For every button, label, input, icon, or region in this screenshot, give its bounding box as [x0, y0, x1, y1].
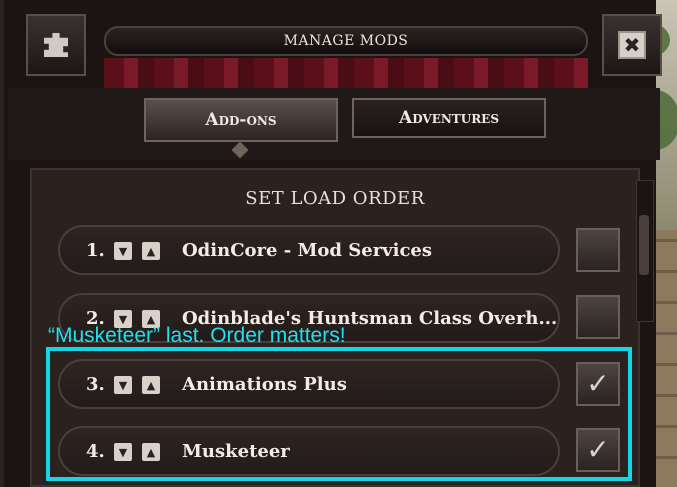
mod-row: 4. ▼ ▲ Musketeer — [58, 426, 560, 476]
checkmark-icon: ✓ — [586, 433, 610, 466]
mod-row: 3. ▼ ▲ Animations Plus — [58, 359, 560, 409]
chevron-down-icon: ▼ — [118, 445, 128, 459]
chevron-down-icon: ▼ — [118, 378, 128, 392]
mod-row: 1. ▼ ▲ OdinCore - Mod Services — [58, 225, 560, 275]
chevron-up-icon: ▲ — [146, 445, 156, 459]
chevron-down-icon: ▼ — [118, 312, 128, 326]
mod-enable-checkbox[interactable]: ✓ — [576, 362, 620, 406]
annotation-text: “Musketeer” last. Order matters! — [48, 324, 346, 347]
move-up-button[interactable]: ▲ — [142, 376, 160, 394]
mod-index: 3. — [86, 374, 105, 395]
mod-name: Musketeer — [182, 441, 290, 462]
mod-enable-checkbox[interactable]: ✓ — [576, 428, 620, 472]
move-up-button[interactable]: ▲ — [142, 242, 160, 260]
close-button[interactable]: ✖ — [602, 14, 662, 76]
move-down-button[interactable]: ▼ — [114, 443, 132, 461]
mods-button[interactable] — [26, 14, 86, 76]
title-bar: MANAGE MODS — [104, 26, 588, 56]
mod-enable-checkbox[interactable] — [576, 228, 620, 272]
mod-name: OdinCore - Mod Services — [182, 240, 433, 261]
tab-label: Add-ons — [205, 110, 277, 130]
tab-adventures[interactable]: Adventures — [352, 98, 546, 138]
section-title: SET LOAD ORDER — [245, 188, 425, 209]
mod-name: Animations Plus — [182, 374, 347, 395]
mod-index: 4. — [86, 441, 105, 462]
mod-enable-checkbox[interactable] — [576, 295, 620, 339]
tab-bar: Add-ons Adventures — [8, 88, 660, 160]
chevron-up-icon: ▲ — [146, 244, 156, 258]
page-title: MANAGE MODS — [283, 33, 409, 49]
move-down-button[interactable]: ▼ — [114, 376, 132, 394]
puzzle-icon — [44, 33, 68, 57]
tab-label: Adventures — [399, 108, 499, 128]
mod-index: 1. — [86, 240, 105, 261]
header-decoration — [104, 58, 588, 90]
active-tab-indicator — [231, 141, 249, 159]
header: MANAGE MODS ✖ — [26, 14, 662, 90]
move-down-button[interactable]: ▼ — [114, 242, 132, 260]
scrollbar[interactable] — [636, 180, 654, 322]
chevron-down-icon: ▼ — [118, 244, 128, 258]
close-icon: ✖ — [618, 31, 646, 59]
move-up-button[interactable]: ▲ — [142, 443, 160, 461]
checkmark-icon: ✓ — [586, 367, 610, 400]
scrollbar-thumb[interactable] — [639, 215, 649, 275]
chevron-up-icon: ▲ — [146, 312, 156, 326]
mod-manager-window: MANAGE MODS ✖ Add-ons Adventures SET LOA… — [0, 0, 662, 487]
chevron-up-icon: ▲ — [146, 378, 156, 392]
tab-add-ons[interactable]: Add-ons — [144, 98, 338, 142]
